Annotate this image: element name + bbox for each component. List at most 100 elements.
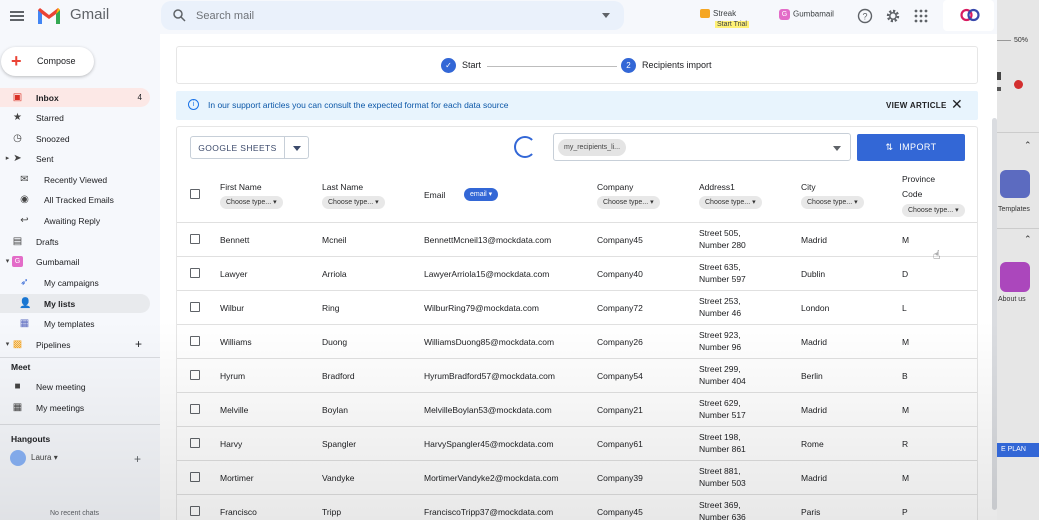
cell-address1: Street 253, Number 46 xyxy=(699,295,741,319)
close-icon[interactable]: ✕ xyxy=(951,96,963,113)
sidebar: + Compose ▣ Inbox 4 ★ Starred ◷ Snoozed … xyxy=(0,34,160,520)
sidebar-item-my-templates[interactable]: ▦ My templates xyxy=(0,314,150,333)
column-type-select[interactable]: Choose type... ▾ xyxy=(220,196,283,209)
column-type-select[interactable]: email ▾ xyxy=(464,188,499,201)
gumbamail-button[interactable]: G Gumbamail xyxy=(779,9,834,20)
row-checkbox[interactable] xyxy=(190,336,200,346)
table-row[interactable]: Francisco Tripp FranciscoTripp37@mockdata.… xyxy=(177,494,977,520)
column-type-select[interactable]: Choose type... ▾ xyxy=(801,196,864,209)
cell-address1: Street 198, Number 861 xyxy=(699,431,746,455)
table-row[interactable]: Lawyer Arriola LawyerArriola15@mockdata.co… xyxy=(177,256,977,290)
row-checkbox[interactable] xyxy=(190,234,200,244)
step-start[interactable]: ✓ Start xyxy=(441,58,481,73)
row-checkbox[interactable] xyxy=(190,302,200,312)
sidebar-item-sent[interactable]: ▸ ➤ Sent xyxy=(0,149,150,168)
row-checkbox[interactable] xyxy=(190,472,200,482)
row-checkbox[interactable] xyxy=(190,268,200,278)
import-stepper: ✓ Start 2 Recipients import xyxy=(176,46,978,84)
cell-province: D xyxy=(902,269,909,279)
column-type-select[interactable]: Choose type... ▾ xyxy=(322,196,385,209)
sidebar-item-all-tracked[interactable]: ◉ All Tracked Emails xyxy=(0,190,150,209)
sidebar-item-drafts[interactable]: ▤ Drafts xyxy=(0,232,150,251)
sidebar-item-gumbamail[interactable]: ▾ G Gumbamail xyxy=(0,252,150,271)
gmail-logo-icon xyxy=(38,8,60,24)
table-row[interactable]: Melville Boylan MelvilleBoylan53@mockdata.… xyxy=(177,392,977,426)
cell-first-name: Mortimer xyxy=(220,473,254,483)
compose-button[interactable]: + Compose xyxy=(1,47,94,76)
table-row[interactable]: Mortimer Vandyke MortimerVandyke2@mockdata… xyxy=(177,460,977,494)
sidebar-item-inbox[interactable]: ▣ Inbox 4 xyxy=(0,88,150,107)
settings-gear-icon[interactable] xyxy=(885,8,901,24)
main-menu-icon[interactable] xyxy=(10,9,24,23)
sidebar-item-new-meeting[interactable]: ■ New meeting xyxy=(0,377,150,396)
main-scrollbar[interactable] xyxy=(992,118,997,510)
cell-address1: Street 369, Number 636 xyxy=(699,499,746,520)
cell-province: P xyxy=(902,507,908,517)
sidebar-item-pipelines[interactable]: ▾ ▩ Pipelines + xyxy=(0,335,150,354)
select-all-checkbox[interactable] xyxy=(190,189,200,199)
row-checkbox[interactable] xyxy=(190,404,200,414)
help-icon[interactable]: ? xyxy=(857,8,873,24)
table-row[interactable]: Harvy Spangler HarvySpangler45@mockdata.co… xyxy=(177,426,977,460)
collapse-icon-2[interactable]: ⌃ xyxy=(1024,234,1032,245)
column-type-select[interactable]: Choose type... ▾ xyxy=(902,204,965,217)
add-chat-icon[interactable]: + xyxy=(134,452,141,466)
address-line-2: Number 861 xyxy=(699,444,746,454)
step-recipients-import[interactable]: 2 Recipients import xyxy=(621,58,712,73)
account-avatar[interactable] xyxy=(943,0,994,31)
table-row[interactable]: Williams Duong WilliamsDuong85@mockdata.co… xyxy=(177,324,977,358)
templates-icon: ▦ xyxy=(19,318,30,329)
cell-address1: Street 629, Number 517 xyxy=(699,397,746,421)
info-banner: i In our support articles you can consul… xyxy=(176,91,978,120)
sidebar-item-snoozed[interactable]: ◷ Snoozed xyxy=(0,129,150,148)
row-checkbox[interactable] xyxy=(190,438,200,448)
row-checkbox[interactable] xyxy=(190,506,200,516)
google-sheets-button[interactable]: GOOGLE SHEETS xyxy=(190,136,285,159)
table-row[interactable]: Wilbur Ring WilburRing79@mockdata.com Compa… xyxy=(177,290,977,324)
sidebar-item-recently-viewed[interactable]: ✉ Recently Viewed xyxy=(0,170,150,189)
cell-company: Company39 xyxy=(597,473,643,483)
apps-grid-icon[interactable] xyxy=(913,8,929,24)
cell-email: MortimerVandyke2@mockdata.com xyxy=(424,473,559,483)
source-dropdown-button[interactable] xyxy=(284,136,309,159)
cell-province: B xyxy=(902,371,908,381)
sidebar-item-awaiting-reply[interactable]: ↩ Awaiting Reply xyxy=(0,211,150,230)
collapse-icon[interactable]: ⌃ xyxy=(1024,140,1032,151)
row-checkbox[interactable] xyxy=(190,370,200,380)
youtube-icon[interactable] xyxy=(1014,80,1023,89)
hangouts-user-avatar[interactable] xyxy=(10,450,26,466)
column-type-select[interactable]: Choose type... ▾ xyxy=(597,196,660,209)
sidebar-item-my-lists[interactable]: 👤 My lists xyxy=(0,294,150,313)
compose-plus-icon: + xyxy=(11,51,22,71)
sidebar-item-starred[interactable]: ★ Starred xyxy=(0,108,150,127)
import-button[interactable]: ⇅ IMPORT xyxy=(857,134,965,161)
meet-section-title: Meet xyxy=(11,362,31,372)
about-us-label: About us xyxy=(998,296,1026,303)
about-us-icon[interactable] xyxy=(1000,262,1030,292)
table-row[interactable]: Hyrum Bradford HyrumBradford57@mockdata.co… xyxy=(177,358,977,392)
view-article-link[interactable]: VIEW ARTICLE xyxy=(886,101,947,110)
sidebar-item-my-meetings[interactable]: ▦ My meetings xyxy=(0,398,150,417)
templates-icon[interactable] xyxy=(1000,170,1030,198)
hangouts-user[interactable]: Laura ▾ xyxy=(31,453,58,462)
search-input[interactable]: Search mail xyxy=(196,10,254,22)
sidebar-item-my-campaigns[interactable]: ➶ My campaigns xyxy=(0,273,150,292)
selected-sheet-chip[interactable]: my_recipients_li... xyxy=(558,139,627,156)
search-bar[interactable]: Search mail xyxy=(161,1,624,30)
plan-button[interactable]: E PLAN xyxy=(997,443,1039,457)
cell-address1: Street 299, Number 404 xyxy=(699,363,746,387)
column-header-province: Province xyxy=(902,174,936,184)
chevron-down-icon[interactable] xyxy=(833,146,841,151)
search-icon[interactable] xyxy=(173,9,186,22)
add-pipeline-icon[interactable]: + xyxy=(135,337,142,351)
table-row[interactable]: Bennett Mcneil BennettMcneil13@mockdata.co… xyxy=(177,222,977,256)
cell-company: Company21 xyxy=(597,405,643,415)
sheet-select[interactable]: my_recipients_li... xyxy=(553,133,851,161)
column-type-select[interactable]: Choose type... ▾ xyxy=(699,196,762,209)
cell-city: Madrid xyxy=(801,235,827,245)
streak-trial-badge[interactable]: Start Trial xyxy=(715,21,749,28)
streak-button[interactable]: Streak Start Trial xyxy=(700,9,749,28)
sidebar-item-label: Drafts xyxy=(36,237,59,247)
search-options-icon[interactable] xyxy=(602,13,610,18)
check-icon: ✓ xyxy=(441,58,456,73)
